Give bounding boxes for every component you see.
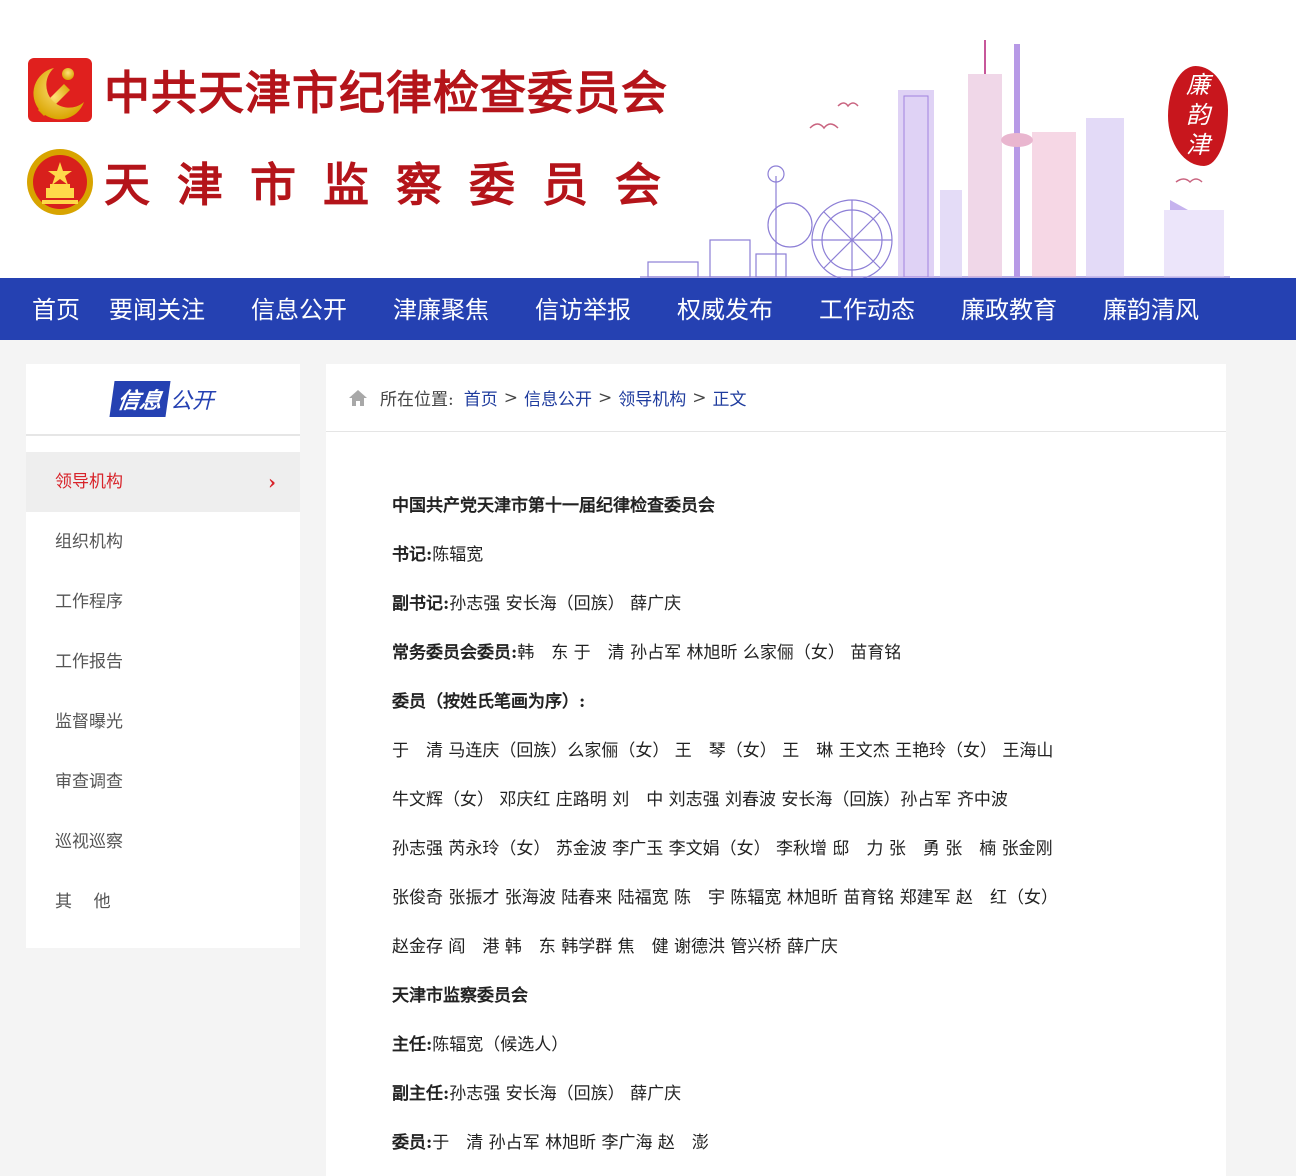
breadcrumb-separator: > xyxy=(503,387,518,408)
sidebar-item-exposure[interactable]: 监督曝光 xyxy=(26,692,300,752)
sidebar-item-label: 组织机构 xyxy=(55,532,123,552)
line-text: 于 清 马连庆（回族）么家俪（女） 王 琴（女） 王 琳 王文杰 王艳玲（女） … xyxy=(392,741,1054,761)
article-line: 常务委员会委员:韩 东 于 清 孙占军 林旭昕 么家俪（女） 苗育铭 xyxy=(392,629,1226,678)
party-emblem-icon xyxy=(24,52,96,128)
nav-item-news[interactable]: 要闻关注 xyxy=(109,278,205,340)
main-nav: 首页 要闻关注 信息公开 津廉聚焦 信访举报 权威发布 工作动态 廉政教育 廉韵… xyxy=(0,278,1296,340)
article-line: 于 清 马连庆（回族）么家俪（女） 王 琴（女） 王 琳 王文杰 王艳玲（女） … xyxy=(392,727,1226,776)
article-line: 牛文辉（女） 邓庆红 庄路明 刘 中 刘志强 刘春波 安长海（回族）孙占军 齐中… xyxy=(392,776,1226,825)
article-line: 主任:陈辐宽（候选人） xyxy=(392,1021,1226,1070)
chevron-right-icon: › xyxy=(268,470,276,494)
line-text: 张俊奇 张振才 张海波 陆春来 陆福宽 陈 宇 陈辐宽 林旭昕 苗育铭 郑建军 … xyxy=(392,888,1059,908)
line-label: 委员: xyxy=(392,1133,433,1153)
sidebar-item-other[interactable]: 其 他 xyxy=(26,872,300,932)
breadcrumb-link-info-public[interactable]: 信息公开 xyxy=(524,385,592,410)
sidebar-item-label: 其 他 xyxy=(55,892,111,912)
sidebar-item-investigation[interactable]: 审查调查 xyxy=(26,752,300,812)
sidebar-heading: 信息 公开 xyxy=(26,364,300,436)
line-label: 天津市监察委员会 xyxy=(392,986,528,1006)
sidebar-item-label: 审查调查 xyxy=(55,772,123,792)
breadcrumb-prefix: 所在位置: xyxy=(380,390,454,410)
line-label: 副书记: xyxy=(392,594,450,614)
nav-item-info-public[interactable]: 信息公开 xyxy=(251,278,347,340)
line-text: 陈辐宽（候选人） xyxy=(432,1035,569,1055)
article-line: 副主任:孙志强 安长海（回族） 薛广庆 xyxy=(392,1070,1226,1119)
seal-char: 津 xyxy=(1186,131,1210,159)
sidebar-item-label: 工作报告 xyxy=(55,652,123,672)
main-content: 所在位置: 首页 > 信息公开 > 领导机构 > 正文 中国共产党天津市第十一届… xyxy=(326,364,1226,1176)
article-line: 张俊奇 张振才 张海波 陆春来 陆福宽 陈 宇 陈辐宽 林旭昕 苗育铭 郑建军 … xyxy=(392,874,1226,923)
home-icon xyxy=(348,388,368,408)
line-label: 常务委员会委员: xyxy=(392,643,518,663)
article-body: 中国共产党天津市第十一届纪律检查委员会 书记:陈辐宽 副书记:孙志强 安长海（回… xyxy=(326,432,1226,1168)
city-skyline-illustration xyxy=(640,40,1230,278)
article-line: 赵金存 阎 港 韩 东 韩学群 焦 健 谢德洪 管兴桥 薛广庆 xyxy=(392,923,1226,972)
sidebar-heading-highlight: 信息 xyxy=(109,381,171,417)
sidebar-item-label: 工作程序 xyxy=(55,592,123,612)
line-text: 孙志强 芮永玲（女） 苏金波 李广玉 李文娟（女） 李秋增 邸 力 张 勇 张 … xyxy=(392,839,1053,859)
nav-item-education[interactable]: 廉政教育 xyxy=(961,278,1057,340)
article-line: 天津市监察委员会 xyxy=(392,972,1226,1021)
article-line: 中国共产党天津市第十一届纪律检查委员会 xyxy=(392,482,1226,531)
breadcrumb-link-leadership[interactable]: 领导机构 xyxy=(618,385,686,410)
line-label: 委员（按姓氏笔画为序）: xyxy=(392,692,586,712)
line-label: 书记: xyxy=(392,545,433,565)
line-text: 孙志强 安长海（回族） 薛广庆 xyxy=(449,1084,682,1104)
sidebar-item-label: 巡视巡察 xyxy=(55,832,123,852)
supervision-commission-title: 天津市监察委员会 xyxy=(104,158,688,212)
breadcrumb-separator: > xyxy=(692,387,707,408)
line-text: 牛文辉（女） 邓庆红 庄路明 刘 中 刘志强 刘春波 安长海（回族）孙占军 齐中… xyxy=(392,790,1008,810)
article-line: 孙志强 芮永玲（女） 苏金波 李广玉 李文娟（女） 李秋增 邸 力 张 勇 张 … xyxy=(392,825,1226,874)
line-text: 赵金存 阎 港 韩 东 韩学群 焦 健 谢德洪 管兴桥 薛广庆 xyxy=(392,937,838,957)
nav-item-release[interactable]: 权威发布 xyxy=(677,278,773,340)
sidebar: 信息 公开 领导机构 › 组织机构 工作程序 工作报告 监督曝光 审查调查 巡视… xyxy=(26,364,300,948)
lianyun-jinjie-seal: 廉 韵 津 xyxy=(1168,66,1228,166)
sidebar-item-label: 领导机构 xyxy=(55,472,123,492)
article-line: 副书记:孙志强 安长海（回族） 薛广庆 xyxy=(392,580,1226,629)
supervision-logo-row: 天津市监察委员会 xyxy=(24,144,688,220)
sidebar-list: 领导机构 › 组织机构 工作程序 工作报告 监督曝光 审查调查 巡视巡察 其 他 xyxy=(26,452,300,932)
line-text: 孙志强 安长海（回族） 薛广庆 xyxy=(449,594,682,614)
sidebar-item-leadership[interactable]: 领导机构 › xyxy=(26,452,300,512)
article-line: 委员:于 清 孙占军 林旭昕 李广海 赵 澎 xyxy=(392,1119,1226,1168)
article-line: 委员（按姓氏笔画为序）: xyxy=(392,678,1226,727)
line-label: 中国共产党天津市第十一届纪律检查委员会 xyxy=(392,496,715,516)
sidebar-item-reports[interactable]: 工作报告 xyxy=(26,632,300,692)
sidebar-item-inspection[interactable]: 巡视巡察 xyxy=(26,812,300,872)
sidebar-item-label: 监督曝光 xyxy=(55,712,123,732)
sidebar-item-organization[interactable]: 组织机构 xyxy=(26,512,300,572)
article-line: 书记:陈辐宽 xyxy=(392,531,1226,580)
national-emblem-icon xyxy=(24,144,96,220)
line-label: 副主任: xyxy=(392,1084,450,1104)
cpc-logo-row: 中共天津市纪律检查委员会 xyxy=(24,52,668,128)
sidebar-item-procedures[interactable]: 工作程序 xyxy=(26,572,300,632)
seal-char: 韵 xyxy=(1186,101,1210,129)
nav-item-home[interactable]: 首页 xyxy=(32,278,80,340)
line-label: 主任: xyxy=(392,1035,433,1055)
party-commission-title: 中共天津市纪律检查委员会 xyxy=(104,66,668,120)
breadcrumb-link-home[interactable]: 首页 xyxy=(464,385,498,410)
line-text: 陈辐宽 xyxy=(432,545,484,565)
breadcrumb-link-article[interactable]: 正文 xyxy=(712,385,746,410)
nav-item-work-news[interactable]: 工作动态 xyxy=(819,278,915,340)
breadcrumb-separator: > xyxy=(597,387,613,408)
nav-item-culture[interactable]: 廉韵清风 xyxy=(1103,278,1199,340)
site-header: 中共天津市纪律检查委员会 天津市监察委员会 廉 韵 津 xyxy=(0,0,1296,278)
line-text: 韩 东 于 清 孙占军 林旭昕 么家俪（女） 苗育铭 xyxy=(517,643,902,663)
sidebar-heading-rest: 公开 xyxy=(170,389,215,414)
nav-item-petition[interactable]: 信访举报 xyxy=(535,278,631,340)
nav-item-jinlian[interactable]: 津廉聚焦 xyxy=(393,278,489,340)
breadcrumb: 所在位置: 首页 > 信息公开 > 领导机构 > 正文 xyxy=(326,364,1226,432)
line-text: 于 清 孙占军 林旭昕 李广海 赵 澎 xyxy=(432,1133,709,1153)
seal-char: 廉 xyxy=(1186,71,1210,99)
